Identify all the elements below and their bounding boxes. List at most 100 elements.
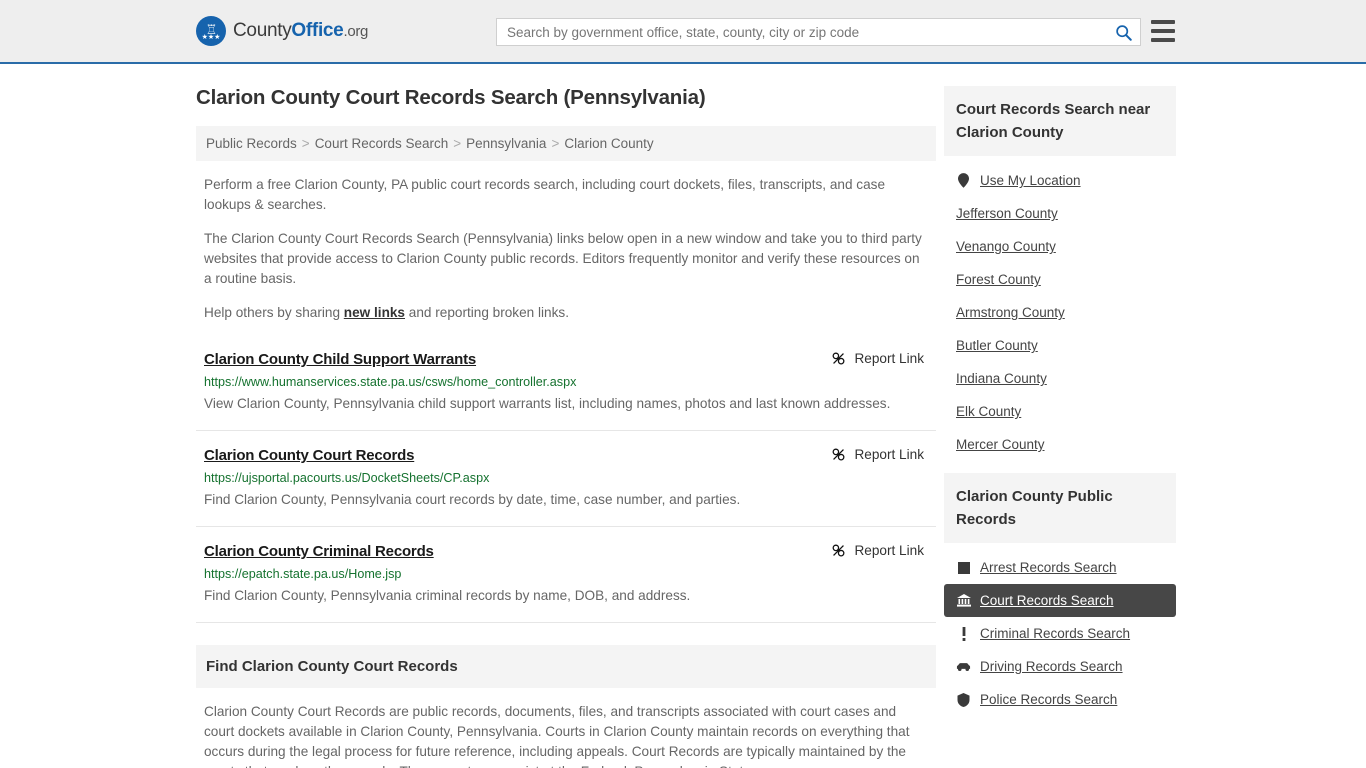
find-records-heading-box: Find Clarion County Court Records <box>196 645 936 688</box>
search-input[interactable] <box>497 24 1106 40</box>
sidebar-item-armstrong-county[interactable]: Armstrong County <box>944 296 1176 329</box>
intro-text: Perform a free Clarion County, PA public… <box>196 175 936 323</box>
result-url: https://epatch.state.pa.us/Home.jsp <box>204 567 402 581</box>
broken-link-icon <box>833 544 845 557</box>
result-item: Clarion County Child Support Warrants Re… <box>196 347 936 431</box>
car-icon <box>956 659 971 674</box>
public-record-label: Driving Records Search <box>980 659 1123 674</box>
public-records-list: Arrest Records Search Court Records Sear… <box>944 543 1176 716</box>
county-label: Armstrong County <box>956 305 1065 320</box>
sidebar-item-forest-county[interactable]: Forest County <box>944 263 1176 296</box>
nearby-search-heading: Court Records Search near Clarion County <box>944 86 1176 156</box>
result-title-link[interactable]: Clarion County Criminal Records <box>204 543 434 560</box>
county-label: Venango County <box>956 239 1056 254</box>
sidebar-item-arrest-records-search[interactable]: Arrest Records Search <box>944 551 1176 584</box>
county-office-logo-icon: ♖ ★★★ <box>196 16 226 46</box>
stars-glyph: ★★★ <box>201 33 221 41</box>
result-description: Find Clarion County, Pennsylvania court … <box>204 492 741 507</box>
report-link-button[interactable]: Report Link <box>831 447 928 462</box>
sidebar-item-indiana-county[interactable]: Indiana County <box>944 362 1176 395</box>
find-records-heading: Find Clarion County Court Records <box>206 658 458 675</box>
broken-link-icon <box>833 448 845 461</box>
fingerprint-square-icon <box>956 560 971 575</box>
new-links-link[interactable]: new links <box>344 305 405 320</box>
sidebar-item-venango-county[interactable]: Venango County <box>944 230 1176 263</box>
sidebar-item-mercer-county[interactable]: Mercer County <box>944 428 1176 461</box>
logo-word-county: County <box>233 20 292 41</box>
result-url: https://www.humanservices.state.pa.us/cs… <box>204 375 577 389</box>
result-title-link[interactable]: Clarion County Child Support Warrants <box>204 351 476 368</box>
search-bar <box>496 18 1141 46</box>
search-button[interactable] <box>1106 19 1140 45</box>
hamburger-bar-1 <box>1151 20 1175 24</box>
report-link-label: Report Link <box>854 447 924 462</box>
result-title-link[interactable]: Clarion County Court Records <box>204 447 414 464</box>
result-header: Clarion County Criminal Records Report L… <box>204 543 928 560</box>
county-label: Mercer County <box>956 437 1045 452</box>
site-logo[interactable]: ♖ ★★★ CountyOffice.org <box>196 16 368 46</box>
intro-paragraph-1: Perform a free Clarion County, PA public… <box>204 177 886 212</box>
breadcrumb-item-court-records-search[interactable]: Court Records Search <box>315 136 449 151</box>
result-header: Clarion County Court Records Report Link <box>204 447 928 464</box>
public-records-heading: Clarion County Public Records <box>944 473 1176 543</box>
courthouse-icon <box>956 593 971 608</box>
result-url: https://ujsportal.pacourts.us/DocketShee… <box>204 471 490 485</box>
intro-paragraph-2: The Clarion County Court Records Search … <box>204 231 922 286</box>
eagle-glyph: ♖ <box>205 21 218 37</box>
county-label: Jefferson County <box>956 206 1058 221</box>
result-description: View Clarion County, Pennsylvania child … <box>204 396 891 411</box>
breadcrumb-separator: > <box>551 136 560 151</box>
find-records-body: Clarion County Court Records are public … <box>204 704 910 768</box>
result-header: Clarion County Child Support Warrants Re… <box>204 351 928 368</box>
sidebar-item-police-records-search[interactable]: Police Records Search <box>944 683 1176 716</box>
nearby-search-list: Use My Location Jefferson County Venango… <box>944 156 1176 461</box>
page-title: Clarion County Court Records Search (Pen… <box>196 86 706 109</box>
public-record-label: Police Records Search <box>980 692 1118 707</box>
main-content: Clarion County Court Records Search (Pen… <box>196 64 936 768</box>
result-description: Find Clarion County, Pennsylvania crimin… <box>204 588 691 603</box>
breadcrumb-separator: > <box>453 136 462 151</box>
page-body: Clarion County Court Records Search (Pen… <box>0 64 1366 768</box>
breadcrumb-item-clarion-county[interactable]: Clarion County <box>564 136 653 151</box>
report-link-button[interactable]: Report Link <box>831 543 928 558</box>
county-label: Indiana County <box>956 371 1047 386</box>
breadcrumb-separator: > <box>301 136 310 151</box>
public-record-label: Criminal Records Search <box>980 626 1131 641</box>
broken-link-icon <box>833 352 845 365</box>
county-label: Butler County <box>956 338 1038 353</box>
hamburger-bar-3 <box>1151 38 1175 42</box>
sidebar-item-driving-records-search[interactable]: Driving Records Search <box>944 650 1176 683</box>
result-item: Clarion County Court Records Report Link… <box>196 443 936 527</box>
public-record-label: Court Records Search <box>980 593 1114 608</box>
sidebar-item-use-my-location[interactable]: Use My Location <box>944 164 1176 197</box>
logo-word-office: Office <box>291 20 344 41</box>
sidebar-item-criminal-records-search[interactable]: Criminal Records Search <box>944 617 1176 650</box>
police-badge-icon <box>956 692 971 707</box>
exclamation-icon <box>956 626 971 641</box>
report-link-label: Report Link <box>854 543 924 558</box>
sidebar-item-butler-county[interactable]: Butler County <box>944 329 1176 362</box>
result-item: Clarion County Criminal Records Report L… <box>196 539 936 623</box>
use-my-location-label: Use My Location <box>980 173 1081 188</box>
sidebar-item-court-records-search[interactable]: Court Records Search <box>944 584 1176 617</box>
results-list: Clarion County Child Support Warrants Re… <box>196 347 936 623</box>
sidebar-item-jefferson-county[interactable]: Jefferson County <box>944 197 1176 230</box>
report-link-button[interactable]: Report Link <box>831 351 928 366</box>
hamburger-menu-icon[interactable] <box>1151 20 1175 42</box>
breadcrumb-item-pennsylvania[interactable]: Pennsylvania <box>466 136 546 151</box>
intro-paragraph-3: Help others by sharing new links and rep… <box>196 303 936 323</box>
report-link-label: Report Link <box>854 351 924 366</box>
logo-wordmark: CountyOffice.org <box>233 20 368 42</box>
site-header: ♖ ★★★ CountyOffice.org <box>0 0 1366 64</box>
intro-p3-before: Help others by sharing <box>204 305 344 320</box>
county-label: Forest County <box>956 272 1041 287</box>
search-icon <box>1115 24 1132 41</box>
breadcrumb-item-public-records[interactable]: Public Records <box>206 136 297 151</box>
sidebar: Court Records Search near Clarion County… <box>944 64 1176 768</box>
logo-word-tld: .org <box>343 23 369 40</box>
intro-p3-after: and reporting broken links. <box>405 305 569 320</box>
map-pin-icon <box>956 173 971 188</box>
public-records-box: Clarion County Public Records Arrest Rec… <box>944 473 1176 716</box>
sidebar-item-elk-county[interactable]: Elk County <box>944 395 1176 428</box>
public-record-label: Arrest Records Search <box>980 560 1117 575</box>
